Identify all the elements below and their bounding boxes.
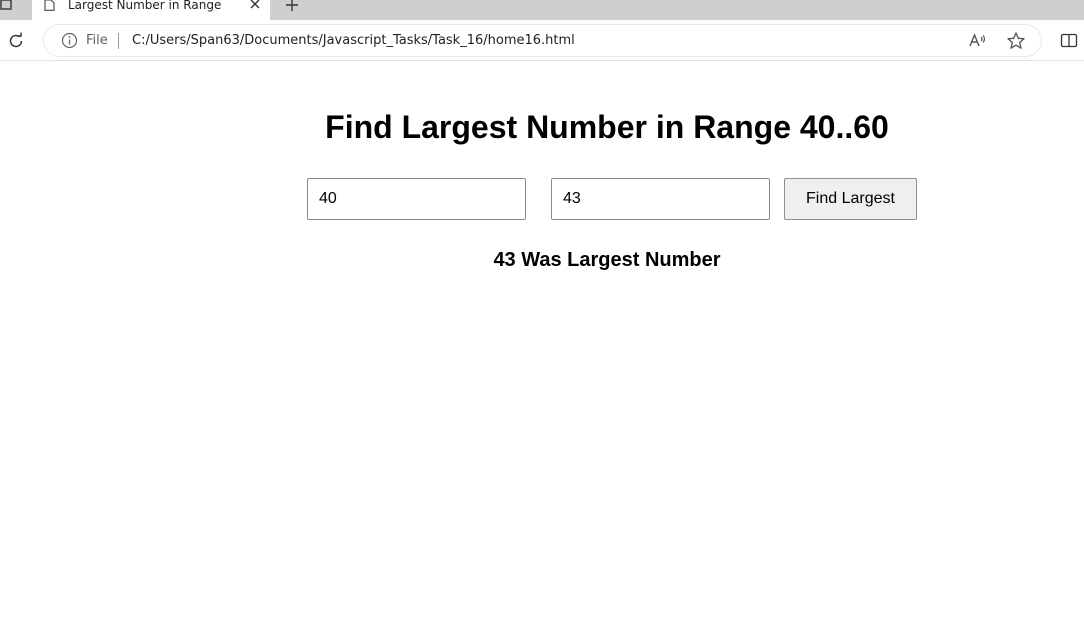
first-number-input[interactable] [307, 178, 526, 220]
page-content: Find Largest Number in Range 40..60 Find… [0, 61, 1084, 620]
find-largest-button[interactable]: Find Largest [784, 178, 917, 220]
new-tab-plus-icon[interactable] [284, 0, 300, 13]
close-icon[interactable] [248, 0, 264, 14]
tab-active[interactable]: Largest Number in Range [32, 0, 270, 20]
info-icon[interactable] [61, 32, 78, 49]
result-text: 43 Was Largest Number [493, 249, 721, 271]
address-separator [118, 33, 119, 49]
url-text[interactable]: C:/Users/Span63/Documents/Javascript_Tas… [132, 33, 575, 48]
address-bar[interactable]: File C:/Users/Span63/Documents/Javascrip… [44, 25, 1041, 56]
browser-window: Largest Number in Range File C:/Users/Sp… [0, 0, 1084, 620]
scheme-label: File [86, 33, 108, 48]
tab-strip: Largest Number in Range [0, 0, 1084, 20]
page-heading: Find Largest Number in Range 40..60 [325, 109, 889, 145]
browser-toolbar: File C:/Users/Span63/Documents/Javascrip… [0, 20, 1084, 61]
tab-title: Largest Number in Range [68, 0, 222, 12]
second-number-input[interactable] [551, 178, 770, 220]
split-screen-icon[interactable] [1060, 32, 1078, 50]
favorite-star-icon[interactable] [1006, 31, 1026, 51]
read-aloud-icon[interactable] [968, 31, 988, 51]
reload-icon[interactable] [6, 31, 26, 51]
tab-actions-icon[interactable] [0, 0, 14, 12]
page-icon [44, 0, 55, 11]
